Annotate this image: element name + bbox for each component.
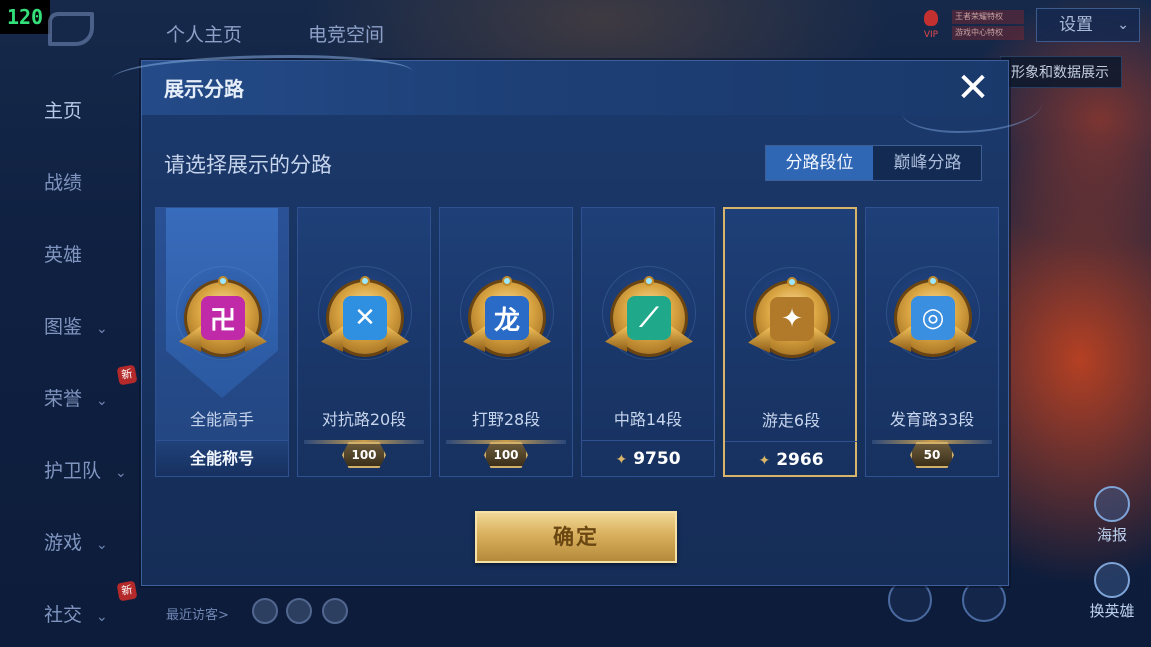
poster-icon (1094, 486, 1130, 522)
lane-name: 游走6段 (761, 411, 821, 430)
emblem-gem (360, 276, 370, 286)
vip-privilege-line: 游戏中心特权 (952, 26, 1024, 40)
avatar[interactable] (252, 598, 278, 624)
emblem-gem (218, 276, 228, 286)
sidebar-item[interactable]: 战绩 (44, 168, 82, 195)
star-plate: 100 (446, 438, 566, 472)
sidebar-item[interactable]: 主页 (44, 96, 82, 123)
lane-emblem-icon: 龙 (463, 276, 551, 354)
sidebar-item[interactable]: 英雄 (44, 240, 82, 267)
lane-emblem-icon: ✦ (748, 277, 836, 355)
lane-name: 对抗路20段 (321, 410, 407, 429)
recent-visitors-link[interactable]: 最近访客> (166, 604, 229, 623)
lane-name: 打野28段 (471, 410, 541, 429)
lane-name: 中路14段 (613, 410, 683, 429)
confirm-button[interactable]: 确定 (475, 511, 677, 563)
vip-privilege-line: 王者荣耀特权 (952, 10, 1024, 24)
emblem-gem (787, 277, 797, 287)
tab-esports[interactable]: 电竞空间 (308, 20, 384, 47)
sidebar-item[interactable]: 社交 ⌄ (44, 600, 108, 627)
chevron-down-icon: ⌄ (96, 537, 108, 553)
lane-emblem-icon: ✕ (321, 276, 409, 354)
points-icon: ✦ (615, 452, 628, 468)
dialog-title: 展示分路 (164, 77, 244, 101)
lane-title-label: 全能称号 (156, 440, 288, 476)
lane-points: ✦ 2966 (725, 441, 857, 477)
emblem-core: 龙 (485, 296, 529, 340)
lane-prompt: 请选择展示的分路 (164, 153, 332, 177)
emblem-core: ⟋ (627, 296, 671, 340)
chevron-down-icon: ⌄ (96, 609, 108, 625)
sidebar-item-label: 英雄 (44, 244, 83, 266)
star-count-badge: 100 (342, 442, 386, 468)
points-icon: ✦ (758, 453, 771, 469)
emblem-core: ✦ (770, 297, 814, 341)
poster-button[interactable]: 海报 (1084, 486, 1140, 545)
lane-card[interactable]: ◎ 发育路33段 50 (865, 207, 999, 477)
rank-type-toggle: 分路段位 巅峰分路 (765, 145, 982, 181)
star-plate: 50 (872, 438, 992, 472)
avatar[interactable] (322, 598, 348, 624)
sidebar-item[interactable]: 图鉴 ⌄ (44, 312, 108, 339)
swap-hero-icon (1094, 562, 1130, 598)
star-count-badge: 50 (910, 442, 954, 468)
sidebar-item-label: 主页 (44, 100, 83, 122)
sidebar-item-label: 社交 (44, 604, 83, 626)
points-value: 2966 (776, 450, 824, 470)
new-badge: 新 (116, 580, 138, 602)
lane-emblem-icon: ⟋ (605, 276, 693, 354)
lane-emblem-icon: ◎ (889, 276, 977, 354)
sidebar-item-label: 游戏 (44, 532, 83, 554)
sidebar-item-label: 荣誉 (44, 388, 83, 410)
close-icon[interactable]: ✕ (950, 65, 996, 111)
swap-hero-button[interactable]: 换英雄 (1084, 562, 1140, 621)
vip-badge-icon: VIP (918, 8, 944, 40)
star-count-badge: 100 (484, 442, 528, 468)
lane-display-dialog: 展示分路 ✕ 请选择展示的分路 分路段位 巅峰分路 卍全能高手全能称号 ✕ 对抗路2… (112, 55, 1042, 586)
poster-label: 海报 (1096, 526, 1127, 544)
lane-card[interactable]: ⟋ 中路14段 ✦ 9750 (581, 207, 715, 477)
points-value: 9750 (633, 449, 681, 469)
sidebar-item-label: 图鉴 (44, 316, 83, 338)
lane-points: ✦ 9750 (582, 440, 714, 476)
swap-hero-label: 换英雄 (1089, 602, 1135, 620)
emblem-core: 卍 (201, 296, 245, 340)
sidebar-item-label: 护卫队 (44, 460, 102, 482)
lane-card[interactable]: ✦ 游走6段 ✦ 2966 (723, 207, 857, 477)
lane-list: 卍全能高手 全能称号 ✕ 对抗路20段 100 龙打野28段 100 ⟋ 中路14段 ✦ 9750 ✦… (155, 207, 999, 477)
sidebar-item-label: 战绩 (44, 172, 83, 194)
sidebar-item[interactable]: 游戏 ⌄ (44, 528, 108, 555)
lane-name: 发育路33段 (889, 410, 975, 429)
emblem-core: ◎ (911, 296, 955, 340)
new-badge: 新 (116, 364, 138, 386)
lane-card[interactable]: ✕ 对抗路20段 100 (297, 207, 431, 477)
app-logo-icon (48, 12, 94, 46)
toggle-lane-rank[interactable]: 分路段位 (766, 146, 873, 180)
star-plate: 100 (304, 438, 424, 472)
toggle-peak-lane[interactable]: 巅峰分路 (874, 146, 981, 180)
chevron-down-icon: ⌄ (96, 321, 108, 337)
settings-label: 设置 (1059, 15, 1093, 35)
chevron-down-icon: ⌄ (1117, 17, 1129, 33)
lane-emblem-icon: 卍 (179, 276, 267, 354)
tab-profile[interactable]: 个人主页 (166, 20, 242, 47)
sidebar-item[interactable]: 荣誉 ⌄ (44, 384, 108, 411)
emblem-gem (644, 276, 654, 286)
emblem-gem (502, 276, 512, 286)
emblem-core: ✕ (343, 296, 387, 340)
lane-card[interactable]: 龙打野28段 100 (439, 207, 573, 477)
chevron-down-icon: ⌄ (96, 393, 108, 409)
chevron-down-icon: ⌄ (115, 465, 127, 481)
emblem-gem (928, 276, 938, 286)
avatar[interactable] (286, 598, 312, 624)
fps-counter: 120 (0, 0, 50, 34)
sidebar-item[interactable]: 护卫队 ⌄ (44, 456, 127, 483)
lane-card[interactable]: 卍全能高手 全能称号 (155, 207, 289, 477)
lane-name: 全能高手 (189, 410, 254, 429)
settings-button[interactable]: 设置 ⌄ (1036, 8, 1140, 42)
